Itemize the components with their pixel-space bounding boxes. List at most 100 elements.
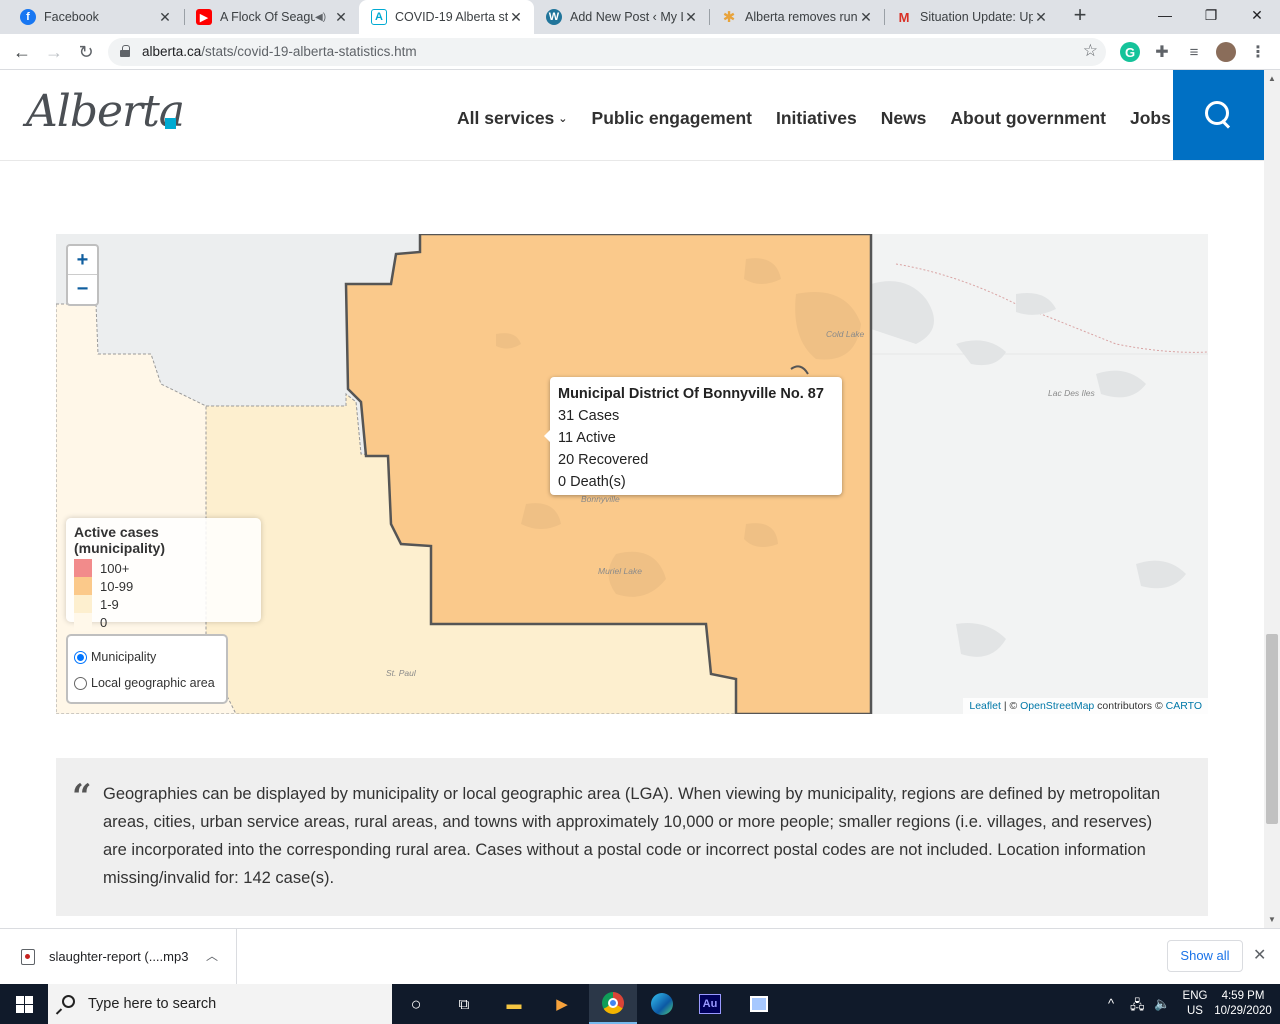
facebook-icon: f — [20, 9, 36, 25]
new-tab-button[interactable]: + — [1068, 4, 1092, 28]
show-desktop-button[interactable] — [1258, 984, 1280, 1024]
close-icon[interactable]: ✕ — [858, 9, 874, 26]
layer-label: Local geographic area — [91, 676, 215, 690]
tab-gmail[interactable]: M Situation Update: Upcoming ✕ — [884, 0, 1059, 34]
layer-option-municipality[interactable]: Municipality — [74, 644, 220, 670]
tab-title: A Flock Of Seagulls — [220, 10, 315, 24]
search-icon — [1204, 101, 1233, 129]
browser-toolbar: ← → ↻ alberta.ca/stats/covid-19-alberta-… — [0, 34, 1280, 70]
close-icon[interactable]: ✕ — [1033, 9, 1049, 26]
back-button[interactable]: ← — [8, 38, 36, 66]
language-code: ENG — [1182, 990, 1208, 1002]
map-label-bonnyville: Bonnyville — [581, 494, 620, 504]
address-bar[interactable]: alberta.ca/stats/covid-19-alberta-statis… — [108, 38, 1106, 66]
grammarly-icon[interactable]: G — [1120, 42, 1140, 62]
legend-swatch — [74, 577, 92, 595]
photos-icon[interactable] — [735, 984, 783, 1024]
input-language[interactable]: ENG US — [1180, 989, 1210, 1019]
taskbar-search[interactable]: Type here to search — [48, 984, 392, 1024]
wordpress-icon: W — [546, 9, 562, 25]
radio-municipality[interactable] — [74, 650, 87, 664]
legend-title: Active cases (municipality) — [74, 524, 166, 556]
radio-local-geographic-area[interactable] — [74, 676, 87, 690]
legend-label: 10-99 — [100, 578, 134, 594]
scroll-thumb[interactable] — [1266, 634, 1278, 824]
nav-initiatives[interactable]: Initiatives — [776, 108, 857, 129]
layer-label: Municipality — [91, 650, 157, 664]
nav-news[interactable]: News — [881, 108, 927, 129]
restore-button[interactable]: ❐ — [1188, 0, 1234, 30]
scroll-down-arrow-icon[interactable]: ▼ — [1268, 915, 1276, 924]
layer-option-lga[interactable]: Local geographic area — [74, 670, 220, 696]
page-scrollbar[interactable]: ▲ ▼ — [1264, 70, 1280, 928]
legend-label: 100+ — [100, 560, 130, 576]
scroll-up-arrow-icon[interactable]: ▲ — [1268, 74, 1276, 83]
tab-covid-alberta[interactable]: A COVID-19 Alberta statistics ✕ — [359, 0, 534, 34]
attribution-text: | © — [1000, 700, 1021, 712]
nav-about-government[interactable]: About government — [950, 108, 1106, 129]
forward-button[interactable]: → — [40, 38, 68, 66]
file-explorer-icon[interactable]: ▬ — [490, 984, 538, 1024]
download-bar: slaughter-report (....mp3 ︿ Show all ✕ — [0, 928, 1280, 985]
covid-map[interactable]: Cold Lake Lac Des Iles Bonnyville Muriel… — [56, 234, 1208, 714]
tooltip-active: 11 Active — [558, 430, 616, 446]
task-view-icon[interactable]: ⧉ — [440, 984, 488, 1024]
download-item[interactable]: slaughter-report (....mp3 ︿ — [0, 929, 237, 985]
nav-label: All services — [457, 108, 555, 128]
tab-facebook[interactable]: f Facebook ✕ — [8, 0, 183, 34]
alberta-icon: A — [371, 9, 387, 25]
alberta-logo[interactable]: Alberta — [26, 86, 185, 137]
map-label-st-paul: St. Paul — [386, 668, 416, 678]
close-icon[interactable]: ✕ — [1253, 945, 1266, 965]
carto-link[interactable]: CARTO — [1166, 700, 1202, 712]
close-icon[interactable]: ✕ — [157, 9, 173, 26]
network-icon[interactable]: 🖧 — [1130, 996, 1145, 1018]
chrome-icon[interactable] — [589, 984, 637, 1024]
media-player-icon[interactable]: ▶ — [538, 984, 586, 1024]
zoom-control: + − — [66, 244, 99, 306]
tooltip-deaths: 0 Death(s) — [558, 474, 626, 490]
url-text[interactable]: alberta.ca/stats/covid-19-alberta-statis… — [142, 44, 417, 59]
site-search-button[interactable] — [1173, 70, 1264, 160]
minimize-button[interactable]: — — [1142, 0, 1188, 30]
openstreetmap-link[interactable]: OpenStreetMap — [1020, 700, 1094, 712]
chevron-up-icon[interactable]: ^ — [1108, 996, 1114, 1011]
show-all-button[interactable]: Show all — [1167, 940, 1243, 972]
volume-icon[interactable]: 🔈 — [1154, 996, 1170, 1012]
speaker-icon[interactable]: ◀) — [315, 12, 329, 23]
zoom-out-button[interactable]: − — [68, 275, 97, 304]
map-tooltip: Municipal District Of Bonnyville No. 87 … — [544, 377, 842, 495]
start-button[interactable] — [0, 984, 48, 1024]
pinwheel-icon: ✱ — [722, 9, 736, 26]
media-queue-icon[interactable]: ≡ — [1184, 42, 1204, 62]
nav-all-services[interactable]: All services ⌄ — [457, 108, 568, 129]
tab-wordpress[interactable]: W Add New Post ‹ My Life ✕ — [534, 0, 709, 34]
edge-icon[interactable] — [638, 984, 686, 1024]
nav-jobs[interactable]: Jobs — [1130, 108, 1171, 129]
bookmark-star-icon[interactable]: ☆ — [1083, 41, 1098, 61]
logo-accent-square — [165, 118, 176, 129]
leaflet-link[interactable]: Leaflet — [969, 700, 1001, 712]
tab-title: Facebook — [44, 10, 99, 24]
tab-title: Add New Post ‹ My Life — [570, 10, 683, 24]
legend-label: 0 — [100, 614, 108, 630]
menu-kebab-icon[interactable]: ⋮ — [1248, 42, 1268, 62]
zoom-in-button[interactable]: + — [68, 246, 97, 275]
audition-icon[interactable]: Au — [686, 984, 734, 1024]
lock-icon[interactable] — [120, 45, 130, 57]
reload-button[interactable]: ↻ — [72, 38, 100, 66]
legend-swatch — [74, 613, 92, 631]
nav-public-engagement[interactable]: Public engagement — [592, 108, 752, 129]
map-label-lac-des-iles: Lac Des Iles — [1048, 388, 1095, 398]
avatar[interactable] — [1216, 42, 1236, 62]
chevron-up-icon[interactable]: ︿ — [206, 947, 218, 964]
tab-youtube[interactable]: ▶ A Flock Of Seagulls ◀) ✕ — [184, 0, 359, 34]
layer-selector: Municipality Local geographic area — [66, 634, 228, 704]
cortana-icon[interactable]: ○ — [392, 984, 440, 1024]
close-icon[interactable]: ✕ — [683, 9, 699, 26]
close-icon[interactable]: ✕ — [508, 9, 524, 26]
extensions-puzzle-icon[interactable]: ✚ — [1152, 42, 1172, 62]
window-close-button[interactable]: ✕ — [1234, 0, 1280, 30]
close-icon[interactable]: ✕ — [333, 9, 349, 26]
tab-alberta-removes[interactable]: ✱ Alberta removes running ✕ — [709, 0, 884, 34]
